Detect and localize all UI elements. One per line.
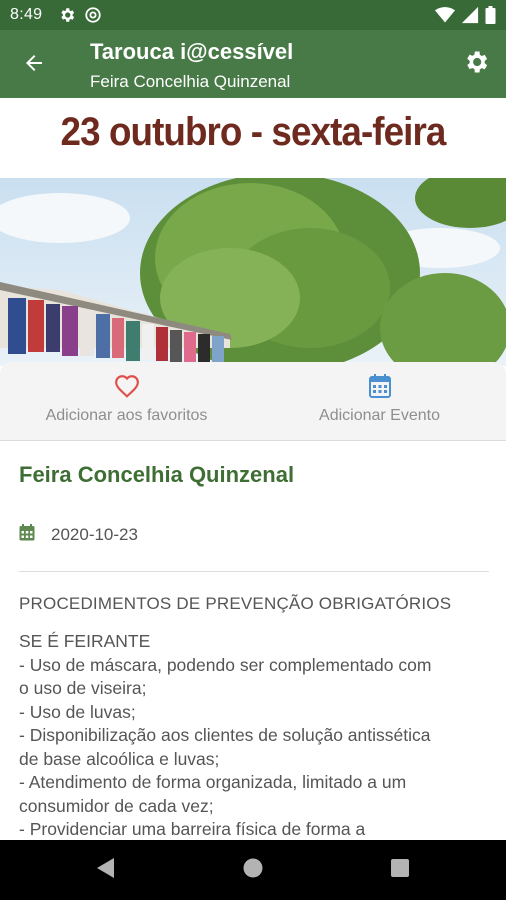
- add-favorite-button[interactable]: Adicionar aos favoritos: [0, 362, 253, 440]
- event-description: SE É FEIRANTE - Uso de máscara, podendo …: [19, 630, 494, 842]
- back-triangle-icon: [96, 857, 116, 884]
- nav-back-button[interactable]: [94, 857, 118, 884]
- banner-date-text: 23 outubro - sexta-feira: [60, 110, 447, 154]
- event-date: 2020-10-23: [51, 525, 138, 544]
- status-bar: 8:49: [0, 0, 506, 30]
- app-title: Tarouca i@cessível: [90, 39, 294, 64]
- event-date-row: 2020-10-23: [19, 524, 138, 546]
- system-nav-bar: [0, 840, 506, 900]
- add-event-button[interactable]: Adicionar Evento: [253, 362, 506, 440]
- heart-icon: [114, 374, 140, 403]
- home-circle-icon: [242, 857, 264, 884]
- add-event-label: Adicionar Evento: [319, 407, 440, 424]
- calendar-icon: [368, 374, 391, 403]
- event-title: Feira Concelhia Quinzenal: [19, 462, 295, 487]
- section-heading: PROCEDIMENTOS DE PREVENÇÃO OBRIGATÓRIOS: [19, 594, 452, 613]
- description-line: o uso de viseira;: [19, 678, 147, 698]
- app-subtitle: Feira Concelhia Quinzenal: [90, 72, 291, 91]
- add-favorite-label: Adicionar aos favoritos: [45, 407, 208, 424]
- event-hero-image: 23 outubro - sexta-feira: [0, 98, 506, 366]
- status-icons-right: [435, 6, 496, 29]
- signal-icon: [461, 6, 479, 29]
- description-line: consumidor de cada vez;: [19, 795, 214, 816]
- description-line: de base alcoólica e luvas;: [19, 748, 220, 769]
- nav-home-button[interactable]: [241, 858, 265, 882]
- market-photo: [0, 178, 506, 366]
- gear-icon: [58, 6, 76, 29]
- description-line: - Disponibilização aos clientes de soluç…: [19, 725, 431, 745]
- back-button[interactable]: [18, 50, 50, 80]
- wifi-icon: [435, 6, 455, 29]
- description-line: - Providenciar uma barreira física de fo…: [19, 819, 366, 839]
- nav-recents-button[interactable]: [388, 858, 412, 882]
- arrow-back-icon: [22, 51, 46, 80]
- app-bar: Tarouca i@cessível Feira Concelhia Quinz…: [0, 30, 506, 98]
- recents-square-icon: [390, 858, 410, 883]
- description-line: - Uso de luvas;: [19, 701, 136, 722]
- at-sign-icon: [84, 6, 102, 29]
- action-bar: Adicionar aos favoritos Adicionar Evento: [0, 362, 506, 441]
- description-line: - Atendimento de forma organizada, limit…: [19, 772, 407, 792]
- calendar-icon: [19, 524, 35, 546]
- battery-icon: [485, 6, 496, 29]
- gear-icon: [462, 48, 490, 81]
- divider: [19, 571, 489, 572]
- settings-button[interactable]: [460, 48, 492, 80]
- date-banner: 23 outubro - sexta-feira: [0, 98, 506, 178]
- description-line: SE É FEIRANTE: [19, 631, 151, 651]
- description-line: - Uso de máscara, podendo ser complement…: [19, 654, 432, 675]
- status-time: 8:49: [10, 6, 43, 23]
- status-icons-left: [58, 6, 102, 29]
